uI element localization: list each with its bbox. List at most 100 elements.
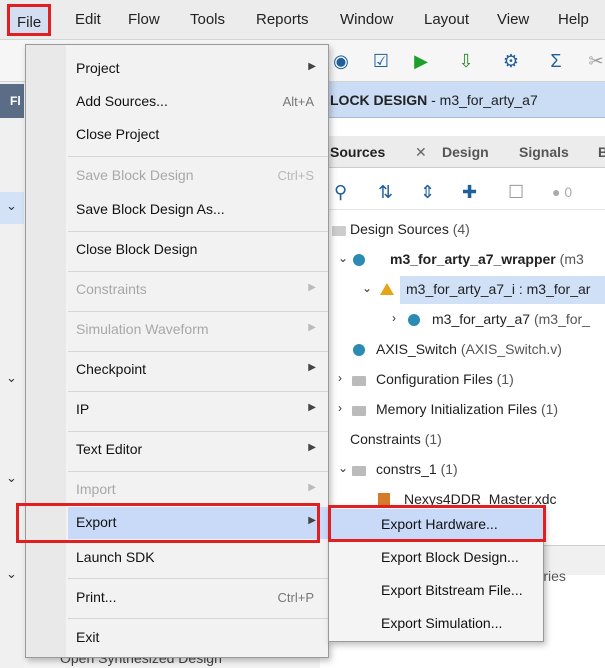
tree-label: m3_for_arty_a7 (m3_for_ [432, 311, 590, 327]
menu-separator [68, 471, 328, 472]
file-menu: Project ▶ Add Sources... Alt+A Close Pro… [25, 44, 329, 658]
menu-item-shortcut: Ctrl+P [277, 590, 314, 605]
menu-item-export-block-design[interactable]: Export Block Design... [329, 542, 545, 574]
menu-item-exit[interactable]: Exit [68, 622, 328, 654]
tree-row[interactable]: m3_for_arty_a7_i : m3_for_ar [400, 276, 605, 304]
menu-item-save-block-design[interactable]: Save Block Design Ctrl+S [68, 160, 328, 192]
tree-label: constrs_1 (1) [376, 461, 458, 477]
menu-layout[interactable]: Layout [424, 11, 469, 28]
menu-item-label: IP [76, 401, 90, 417]
menu-gutter [26, 45, 66, 657]
menu-item-project[interactable]: Project ▶ [68, 53, 328, 85]
collapse-all-icon[interactable]: ⇅ [378, 182, 393, 203]
chevron-right-icon[interactable]: › [338, 371, 342, 385]
menu-item-shortcut: Alt+A [282, 94, 314, 109]
export-highlight-frame [16, 503, 320, 543]
menu-item-label: Export Bitstream File... [381, 582, 523, 598]
gear-icon[interactable]: ⚙ [500, 50, 522, 72]
menu-item-export-bitstream[interactable]: Export Bitstream File... [329, 575, 545, 607]
chevron-down-icon[interactable]: ⌄ [6, 370, 17, 386]
tree-row[interactable]: › Configuration Files (1) [320, 366, 605, 394]
menu-item-close-project[interactable]: Close Project [68, 119, 328, 151]
chevron-down-icon[interactable]: ⌄ [338, 251, 348, 265]
menu-item-add-sources[interactable]: Add Sources... Alt+A [68, 86, 328, 118]
menu-separator [68, 231, 328, 232]
menu-item-launch-sdk[interactable]: Launch SDK [68, 542, 328, 574]
chevron-down-icon[interactable]: ⌄ [6, 566, 17, 582]
tree-row[interactable]: Constraints (1) [320, 426, 605, 454]
menu-view[interactable]: View [497, 11, 529, 28]
chevron-down-icon[interactable]: ⌄ [6, 198, 17, 214]
sources-tab-bar: Sources ✕ Design Signals B [320, 136, 605, 168]
cut-icon[interactable]: ✂ [585, 50, 605, 72]
help-icon[interactable]: ☐ [508, 182, 524, 203]
menu-tools[interactable]: Tools [190, 11, 225, 28]
sigma-icon[interactable]: Σ [545, 50, 567, 72]
menu-item-save-block-design-as[interactable]: Save Block Design As... [68, 194, 328, 226]
tree-row[interactable]: AXIS_Switch (AXIS_Switch.v) [320, 336, 605, 364]
status-count: 0 [564, 184, 573, 200]
menu-item-simulation-waveform[interactable]: Simulation Waveform ▶ [68, 314, 328, 346]
checklist-icon[interactable]: ☑ [370, 50, 392, 72]
menu-item-close-block-design[interactable]: Close Block Design [68, 234, 328, 266]
submenu-arrow-icon: ▶ [308, 282, 316, 293]
menu-item-print[interactable]: Print... Ctrl+P [68, 582, 328, 614]
status-badge: ● 0 [552, 184, 573, 200]
tree-label: m3_for_arty_a7_i : m3_for_ar [406, 281, 591, 297]
tree-row[interactable]: Design Sources (4) [320, 216, 605, 244]
program-device-icon[interactable]: ⇩ [455, 50, 477, 72]
menu-separator [68, 578, 328, 579]
search-icon[interactable]: ⚲ [334, 182, 347, 203]
menu-bar: File Edit Flow Tools Reports Window Layo… [0, 0, 605, 40]
tab-design[interactable]: Design [442, 144, 489, 160]
add-icon[interactable]: ✚ [462, 182, 477, 203]
chevron-down-icon[interactable]: ⌄ [338, 461, 348, 475]
tree-row[interactable]: › Memory Initialization Files (1) [320, 396, 605, 424]
menu-separator [68, 351, 328, 352]
menu-separator [68, 311, 328, 312]
menu-item-label: Text Editor [76, 441, 143, 457]
block-design-name: - m3_for_arty_a7 [427, 92, 538, 108]
menu-item-ip[interactable]: IP ▶ [68, 394, 328, 426]
tree-row[interactable]: › m3_for_arty_a7 (m3_for_ [320, 306, 605, 334]
menu-help[interactable]: Help [558, 11, 589, 28]
menu-item-constraints[interactable]: Constraints ▶ [68, 274, 328, 306]
chevron-right-icon[interactable]: › [338, 401, 342, 415]
menu-item-label: Import [76, 481, 116, 497]
block-design-icon [380, 283, 394, 295]
menu-item-label: Constraints [76, 281, 147, 297]
submenu-arrow-icon: ▶ [308, 482, 316, 493]
folder-icon [332, 226, 346, 236]
tab-signals[interactable]: Signals [519, 144, 569, 160]
chevron-down-icon[interactable]: ⌄ [362, 281, 372, 295]
menu-reports[interactable]: Reports [256, 11, 309, 28]
close-icon[interactable]: ✕ [415, 144, 427, 161]
menu-window[interactable]: Window [340, 11, 393, 28]
menu-item-import[interactable]: Import ▶ [68, 474, 328, 506]
menu-item-export-simulation[interactable]: Export Simulation... [329, 608, 545, 640]
submenu-arrow-icon: ▶ [308, 362, 316, 373]
menu-flow[interactable]: Flow [128, 11, 160, 28]
sources-toolbar: ⚲ ⇅ ⇕ ✚ ☐ ● 0 [320, 174, 605, 210]
tree-label: Design Sources (4) [350, 221, 470, 237]
tree-label: Memory Initialization Files (1) [376, 401, 559, 417]
menu-file[interactable]: File [7, 4, 52, 36]
chevron-right-icon[interactable]: › [392, 311, 396, 325]
run-icon[interactable]: ▶ [410, 50, 432, 72]
menu-item-label: Simulation Waveform [76, 321, 209, 337]
chevron-down-icon[interactable]: ⌄ [6, 470, 17, 486]
tree-row[interactable]: ⌄ constrs_1 (1) [320, 456, 605, 484]
menu-edit[interactable]: Edit [75, 11, 101, 28]
binoculars-icon[interactable]: ◉ [330, 50, 352, 72]
expand-all-icon[interactable]: ⇕ [420, 182, 435, 203]
tab-sources[interactable]: Sources [330, 144, 385, 160]
tab-overflow[interactable]: B [598, 144, 605, 160]
tree-row[interactable]: ⌄ m3_for_arty_a7_wrapper (m3 [320, 246, 605, 274]
menu-separator [68, 431, 328, 432]
menu-item-label: Close Project [76, 126, 160, 142]
menu-item-checkpoint[interactable]: Checkpoint ▶ [68, 354, 328, 386]
menu-item-label: Save Block Design As... [76, 201, 225, 217]
submenu-arrow-icon: ▶ [308, 442, 316, 453]
submenu-arrow-icon: ▶ [308, 61, 316, 72]
menu-item-text-editor[interactable]: Text Editor ▶ [68, 434, 328, 466]
